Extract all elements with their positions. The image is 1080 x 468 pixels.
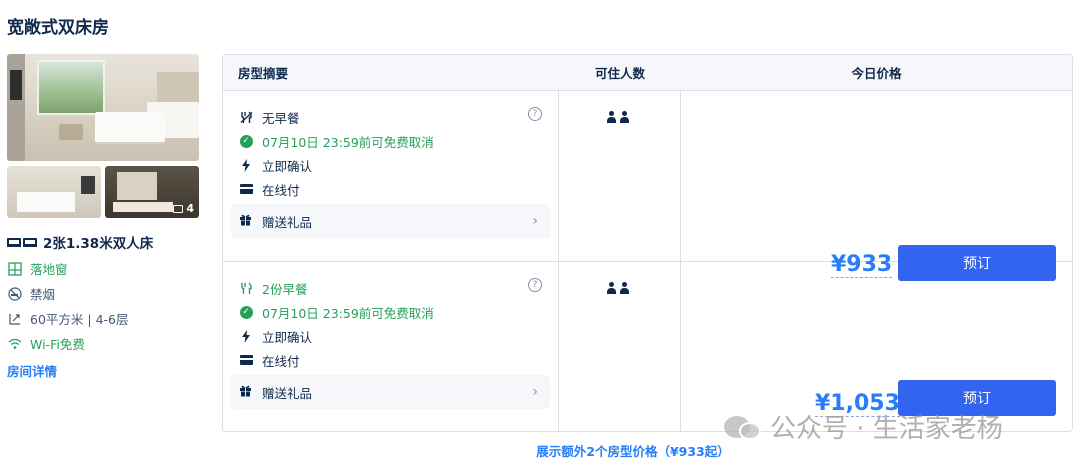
cancel-policy: ✓ 07月10日 23:59前可免费取消 <box>231 300 550 324</box>
rate-row: ? 2份早餐 ✓ 07月10日 23:59前可免费取消 立即确认 在线付 赠送礼… <box>223 262 1072 431</box>
chevron-right-icon: › <box>532 213 538 229</box>
room-info-panel: 4 2张1.38米双人床 落地窗 禁烟 60平方米 | 4-6层 Wi-Fi免费… <box>7 54 199 380</box>
watermark: 公众号 · 生活家老杨 <box>724 408 1003 445</box>
person-icon <box>620 282 629 294</box>
room-title: 宽敞式双床房 <box>7 18 109 38</box>
meal-info: 无早餐 <box>231 105 550 129</box>
chevron-right-icon: › <box>532 384 538 400</box>
card-icon <box>239 355 253 365</box>
room-thumb-photo-more[interactable]: 4 <box>105 166 199 218</box>
help-icon[interactable]: ? <box>528 107 542 121</box>
watermark-text: 公众号 · 生活家老杨 <box>770 414 1003 444</box>
wifi-icon <box>7 336 22 351</box>
card-icon <box>239 184 253 194</box>
no-breakfast-icon <box>239 110 253 124</box>
room-thumb-photo[interactable] <box>7 166 101 218</box>
check-circle-icon: ✓ <box>239 305 253 319</box>
bed-info: 2张1.38米双人床 <box>7 232 199 252</box>
help-icon[interactable]: ? <box>528 278 542 292</box>
rate-table: 房型摘要 可住人数 今日价格 ? 无早餐 ✓ 07月10日 23:59前可免费取… <box>222 54 1073 432</box>
gift-icon <box>239 213 253 230</box>
rate-table-header: 房型摘要 可住人数 今日价格 <box>223 55 1072 91</box>
feature-wifi: Wi-Fi免费 <box>7 335 199 352</box>
gift-row[interactable]: 赠送礼品 › <box>231 375 550 409</box>
cancel-policy: ✓ 07月10日 23:59前可免费取消 <box>231 129 550 153</box>
header-occupancy: 可住人数 <box>594 66 645 81</box>
gift-row[interactable]: 赠送礼品 › <box>231 204 550 238</box>
gift-icon <box>239 384 253 401</box>
confirm-info: 立即确认 <box>231 324 550 348</box>
feature-window: 落地窗 <box>7 260 199 277</box>
payment-info: 在线付 <box>231 348 550 372</box>
wechat-logo-icon <box>724 412 762 442</box>
breakfast-icon <box>239 281 253 295</box>
person-icon <box>607 111 616 123</box>
lightning-icon <box>239 329 253 343</box>
meal-info: 2份早餐 <box>231 276 550 300</box>
person-icon <box>607 282 616 294</box>
area-icon <box>7 311 22 326</box>
header-price: 今日价格 <box>851 66 902 81</box>
window-icon <box>7 261 22 276</box>
feature-no-smoking: 禁烟 <box>7 285 199 302</box>
lightning-icon <box>239 158 253 172</box>
person-icon <box>620 111 629 123</box>
guest-icons <box>607 282 629 294</box>
room-main-photo[interactable] <box>7 54 199 161</box>
guest-icons <box>607 111 629 123</box>
room-details-link[interactable]: 房间详情 <box>7 361 199 380</box>
image-icon <box>173 204 184 213</box>
payment-info: 在线付 <box>231 177 550 201</box>
bed-text: 2张1.38米双人床 <box>43 236 154 252</box>
header-summary: 房型摘要 <box>238 66 289 81</box>
no-smoking-icon <box>7 286 22 301</box>
feature-area: 60平方米 | 4-6层 <box>7 310 199 327</box>
bed-icon <box>7 237 37 247</box>
confirm-info: 立即确认 <box>231 153 550 177</box>
photo-count: 4 <box>186 202 194 215</box>
rate-row: ? 无早餐 ✓ 07月10日 23:59前可免费取消 立即确认 在线付 赠送礼品… <box>223 91 1072 281</box>
check-circle-icon: ✓ <box>239 134 253 148</box>
